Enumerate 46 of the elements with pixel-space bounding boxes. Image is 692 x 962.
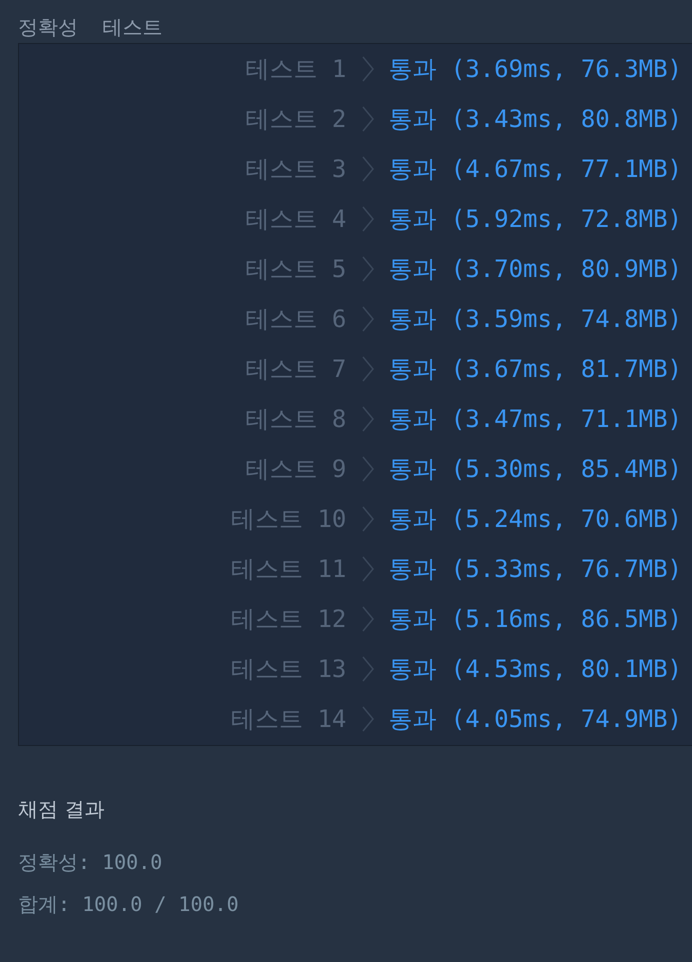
test-result: 통과 (5.24ms, 70.6MB): [388, 504, 682, 535]
test-label: 테스트 8: [245, 404, 346, 435]
test-result: 통과 (4.67ms, 77.1MB): [388, 154, 682, 185]
chevron-icon: [362, 56, 374, 82]
grading-title: 채점 결과: [18, 796, 106, 823]
test-result: 통과 (4.05ms, 74.9MB): [388, 704, 682, 735]
chevron-icon: [362, 406, 374, 432]
test-label: 테스트 7: [245, 354, 346, 385]
section-title: 정확성 테스트: [17, 14, 164, 41]
test-label: 테스트 13: [231, 654, 346, 685]
test-result: 통과 (3.59ms, 74.8MB): [388, 304, 682, 335]
test-label: 테스트 1: [245, 54, 346, 85]
test-label: 테스트 10: [231, 504, 346, 535]
chevron-icon: [362, 656, 374, 682]
chevron-icon: [362, 456, 374, 482]
chevron-icon: [362, 306, 374, 332]
score-line: 정확성: 100.0: [18, 849, 164, 876]
test-label: 테스트 2: [245, 104, 346, 135]
chevron-icon: [362, 256, 374, 282]
test-result: 통과 (5.92ms, 72.8MB): [388, 204, 682, 235]
test-result: 통과 (3.43ms, 80.8MB): [388, 104, 682, 135]
chevron-icon: [362, 706, 374, 732]
chevron-icon: [362, 156, 374, 182]
score-line: 합계: 100.0 / 100.0: [18, 891, 240, 918]
chevron-icon: [362, 106, 374, 132]
test-label: 테스트 5: [245, 254, 346, 285]
test-label: 테스트 11: [231, 554, 346, 585]
test-label: 테스트 3: [245, 154, 346, 185]
test-result: 통과 (3.69ms, 76.3MB): [388, 54, 682, 85]
test-result: 통과 (5.30ms, 85.4MB): [388, 454, 682, 485]
test-result: 통과 (3.47ms, 71.1MB): [388, 404, 682, 435]
test-result: 통과 (5.33ms, 76.7MB): [388, 554, 682, 585]
chevron-icon: [362, 556, 374, 582]
test-result: 통과 (3.67ms, 81.7MB): [388, 354, 682, 385]
chevron-icon: [362, 356, 374, 382]
test-label: 테스트 12: [231, 604, 346, 635]
test-label: 테스트 9: [245, 454, 346, 485]
chevron-icon: [362, 506, 374, 532]
test-result: 통과 (5.16ms, 86.5MB): [388, 604, 682, 635]
test-label: 테스트 4: [245, 204, 346, 235]
test-result: 통과 (3.70ms, 80.9MB): [388, 254, 682, 285]
chevron-icon: [362, 606, 374, 632]
test-label: 테스트 6: [245, 304, 346, 335]
chevron-icon: [362, 206, 374, 232]
test-label: 테스트 14: [231, 704, 346, 735]
test-result: 통과 (4.53ms, 80.1MB): [388, 654, 682, 685]
